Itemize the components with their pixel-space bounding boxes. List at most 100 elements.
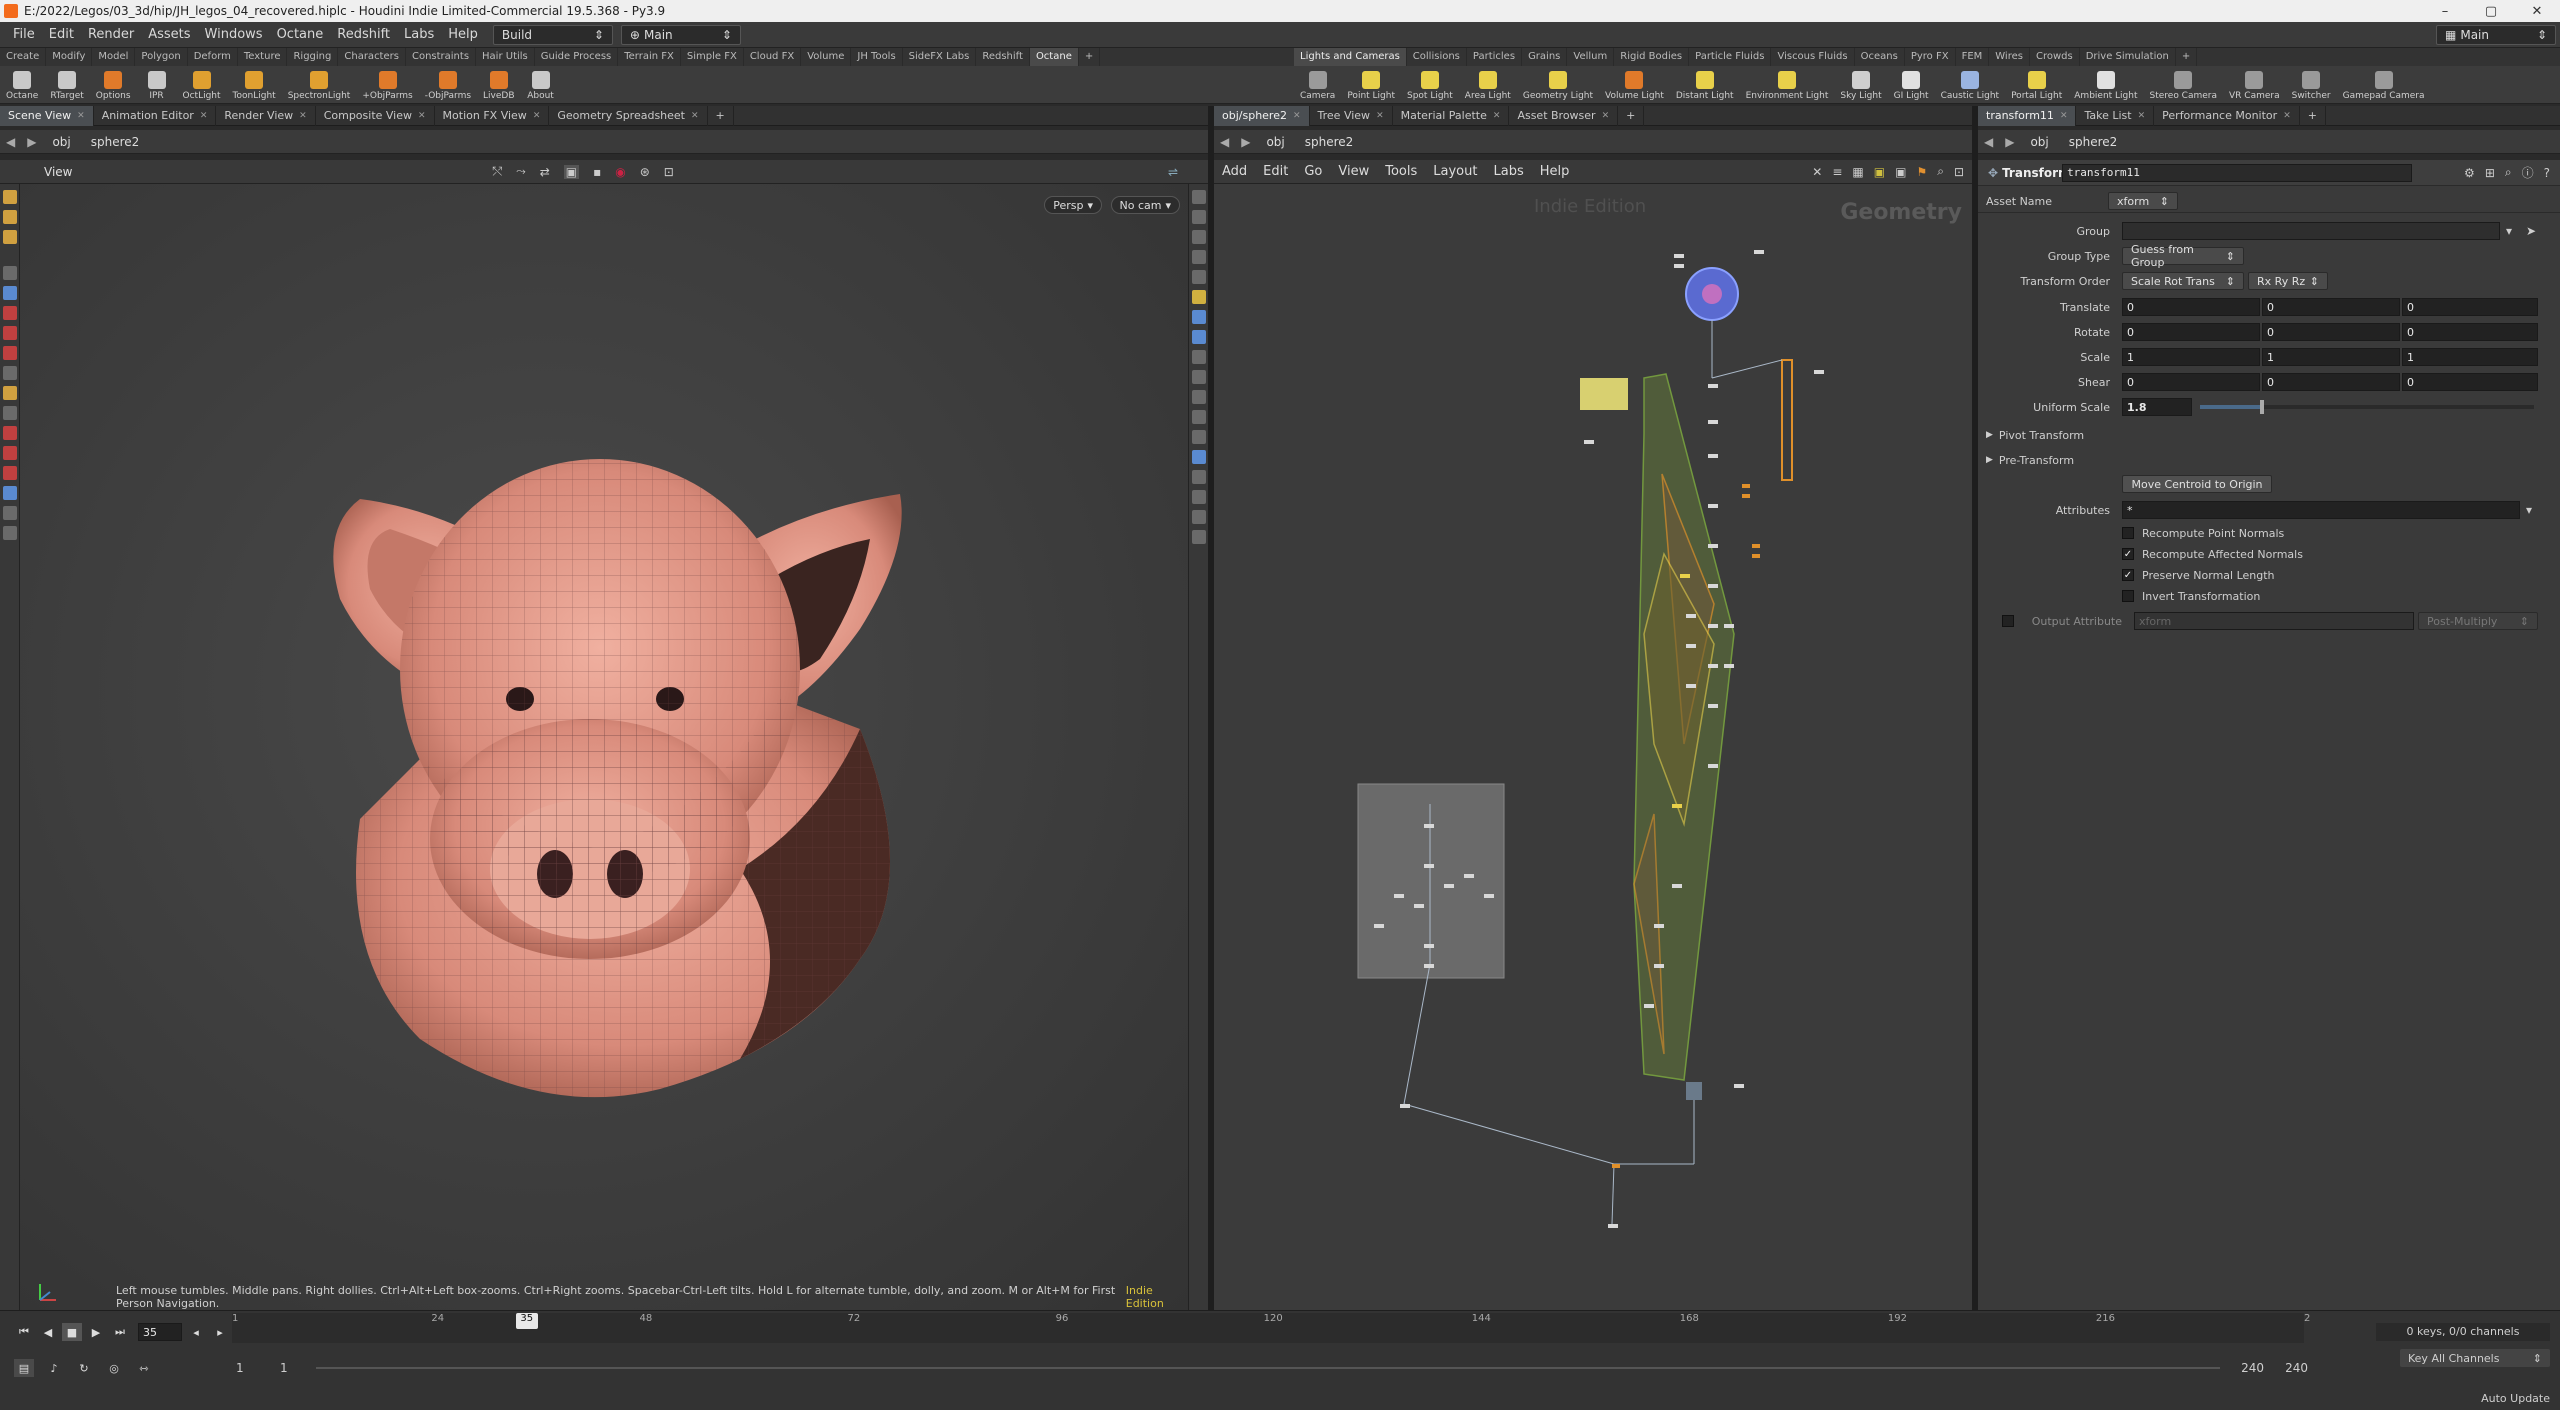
persp-menu[interactable]: Persp ▾: [1044, 196, 1102, 214]
tab-network[interactable]: obj/sphere2 ✕: [1214, 105, 1310, 126]
shelf_tools_right-tool-12[interactable]: Ambient Light: [2068, 71, 2143, 104]
shelf_tools_right-tool-3[interactable]: Area Light: [1459, 71, 1517, 104]
shelf_tools_left-tool-8[interactable]: -ObjParms: [419, 71, 477, 104]
output-attribute-field[interactable]: xform: [2134, 612, 2414, 630]
shelf_tools_left-tool-5[interactable]: ToonLight: [227, 71, 282, 104]
shelf_tools_right-tool-2[interactable]: Spot Light: [1401, 71, 1459, 104]
move-icon[interactable]: [2, 306, 17, 320]
render-region-icon[interactable]: [2, 526, 17, 540]
rotate-icon[interactable]: [2, 326, 17, 340]
screenshot-icon[interactable]: ⊡: [664, 165, 674, 179]
shelf-tab-17[interactable]: Redshift: [976, 48, 1030, 66]
menu-render[interactable]: Render: [81, 27, 141, 42]
shelf-tab-right-13[interactable]: Drive Simulation: [2080, 48, 2176, 66]
shelf-tab-4[interactable]: Deform: [188, 48, 238, 66]
menu-edit[interactable]: Edit: [42, 27, 81, 42]
path-sphere2[interactable]: sphere2: [1295, 135, 1364, 149]
context-select[interactable]: ⊕ Main ⇕: [620, 24, 741, 45]
align-icon[interactable]: ⇄: [540, 165, 550, 179]
uniform-scale-field[interactable]: 1.8: [2122, 398, 2192, 416]
close-icon[interactable]: ✕: [77, 106, 85, 126]
path-sphere2[interactable]: sphere2: [2059, 135, 2128, 149]
translate-z[interactable]: 0: [2402, 298, 2538, 316]
group-field[interactable]: [2122, 222, 2500, 240]
output-node[interactable]: [1686, 1082, 1702, 1100]
play-icon[interactable]: ▶: [86, 1323, 106, 1341]
shelf_tools_left-tool-6[interactable]: SpectronLight: [282, 71, 357, 104]
close-icon[interactable]: ✕: [2138, 106, 2146, 126]
tab-geometry-spreadsheet[interactable]: Geometry Spreadsheet ✕: [549, 105, 708, 126]
shelf_tools_left-tool-2[interactable]: Options: [90, 71, 137, 104]
back-icon[interactable]: ◀: [6, 135, 15, 149]
camera-menu[interactable]: No cam ▾: [1110, 196, 1180, 214]
shelf_tools_left-tool-4[interactable]: OctLight: [177, 71, 227, 104]
box-icon[interactable]: [2, 406, 17, 420]
magnet-icon[interactable]: [2, 466, 17, 480]
view-tool-icon[interactable]: [2, 486, 17, 500]
points-icon[interactable]: [1191, 350, 1206, 364]
add-tab-icon[interactable]: +: [708, 105, 734, 126]
pivot-transform-folder[interactable]: ▶ Pivot Transform: [1978, 424, 2560, 446]
shelf-tab-right-6[interactable]: Particle Fluids: [1689, 48, 1772, 66]
menu-file[interactable]: File: [6, 27, 42, 42]
chevron-down-icon[interactable]: ▾: [2506, 224, 2512, 238]
desktop-select[interactable]: Build ⇕: [492, 24, 613, 45]
menu-octane[interactable]: Octane: [270, 27, 331, 42]
wrench-icon[interactable]: ✕: [1812, 165, 1822, 179]
frame-ruler[interactable]: 1 24 48 72 96 120 144 168 192 216 2 35: [232, 1313, 2310, 1343]
asset-name-menu[interactable]: xform ⇕: [2108, 192, 2178, 210]
shelf-tab-6[interactable]: Rigging: [287, 48, 339, 66]
numbers-icon[interactable]: [1191, 410, 1206, 424]
shelf-tab-10[interactable]: Guide Process: [535, 48, 619, 66]
shelf-tab-right-7[interactable]: Viscous Fluids: [1771, 48, 1855, 66]
select-arrow-icon[interactable]: ➤: [2526, 224, 2536, 238]
shelf-tab-18[interactable]: Octane: [1029, 48, 1079, 66]
brush-icon[interactable]: [2, 230, 17, 244]
shelf-tab-13[interactable]: Cloud FX: [744, 48, 802, 66]
chevron-down-icon[interactable]: ▾: [2526, 503, 2532, 517]
camera-link-icon[interactable]: ⊛: [640, 165, 650, 179]
node-name-field[interactable]: transform11: [2062, 163, 2413, 182]
menu-help[interactable]: Help: [441, 27, 485, 42]
lighting-icon[interactable]: [1191, 250, 1206, 264]
shelf-tab-1[interactable]: Modify: [46, 48, 93, 66]
tab-parameters[interactable]: transform11 ✕: [1978, 105, 2077, 126]
list-icon[interactable]: ≡: [1832, 165, 1842, 179]
range-start-frame[interactable]: 1: [280, 1361, 316, 1375]
step-fwd-icon[interactable]: ▸: [210, 1323, 230, 1341]
range-end-frame[interactable]: 240: [2220, 1361, 2264, 1375]
shear-z[interactable]: 0: [2402, 373, 2538, 391]
pre-transform-folder[interactable]: ▶ Pre-Transform: [1978, 449, 2560, 471]
shelf_tools_right-tool-0[interactable]: Camera: [1294, 71, 1341, 104]
close-icon[interactable]: ✕: [418, 106, 426, 126]
shelf-tab-right-11[interactable]: Wires: [1989, 48, 2030, 66]
sticky-note[interactable]: [1580, 378, 1628, 410]
net-menu-labs[interactable]: Labs: [1485, 164, 1531, 179]
grid-view-icon[interactable]: ▦: [1852, 165, 1863, 179]
uv-icon[interactable]: [1191, 430, 1206, 444]
normals-icon[interactable]: [1191, 370, 1206, 384]
shelf-tab-5[interactable]: Texture: [238, 48, 288, 66]
net-menu-add[interactable]: Add: [1214, 164, 1255, 179]
network-box[interactable]: [1357, 783, 1505, 979]
lock-camera-icon[interactable]: [1191, 210, 1206, 224]
rotation-order-menu[interactable]: Rx Ry Rz ⇕: [2248, 272, 2328, 290]
back-icon[interactable]: ◀: [1984, 135, 1993, 149]
shelf_tools_right-tool-9[interactable]: GI Light: [1888, 71, 1935, 104]
tab-render-view[interactable]: Render View ✕: [216, 105, 316, 126]
stop-icon[interactable]: ■: [62, 1323, 82, 1341]
scale-y[interactable]: 1: [2262, 348, 2400, 366]
minimize-icon[interactable]: –: [2422, 4, 2468, 19]
network-editor[interactable]: Indie Edition Geometry: [1214, 184, 1972, 1310]
shelf_tools_right-tool-16[interactable]: Gamepad Camera: [2337, 71, 2431, 104]
search-icon[interactable]: ⌕: [2505, 165, 2512, 180]
slider-handle[interactable]: [2260, 400, 2265, 414]
scale-icon[interactable]: [2, 346, 17, 360]
forward-icon[interactable]: ▶: [2005, 135, 2014, 149]
zoom-icon[interactable]: [2, 506, 17, 520]
tab-performance-monitor[interactable]: Performance Monitor ✕: [2154, 105, 2300, 126]
tab-material-palette[interactable]: Material Palette ✕: [1393, 105, 1510, 126]
play-reverse-icon[interactable]: ◀: [38, 1323, 58, 1341]
gear-icon[interactable]: ⚙: [2464, 166, 2475, 180]
handles-icon[interactable]: [1191, 510, 1206, 524]
